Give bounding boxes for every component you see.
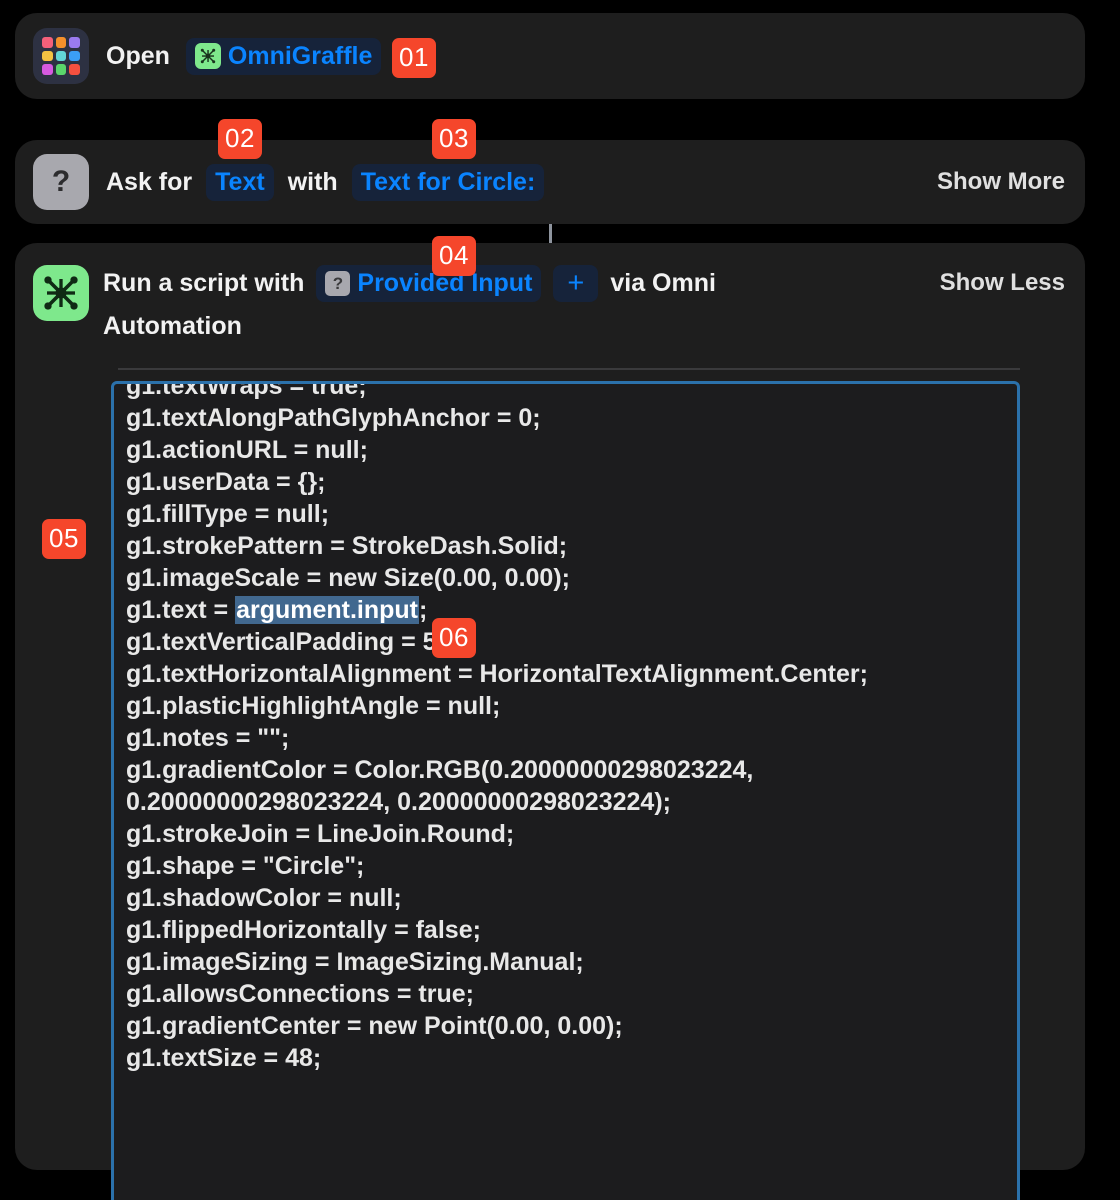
- question-mark-icon: ?: [33, 154, 89, 210]
- add-variable-button[interactable]: +: [553, 265, 599, 302]
- open-app-pill[interactable]: OmniGraffle: [185, 37, 382, 75]
- code-post-selection: ; g1.textVerticalPadding = 5; g1.textHor…: [126, 596, 868, 1072]
- script-label-prefix: Run a script with: [103, 269, 305, 297]
- action-card-open[interactable]: Open OmniGraffle: [15, 13, 1085, 99]
- script-header-text: Run a script with ? Provided Input + via…: [103, 265, 1065, 341]
- code-pre-selection: g1.textWraps = true; g1.textAlongPathGly…: [126, 381, 570, 624]
- script-divider: [118, 368, 1020, 370]
- shortcuts-workflow-screenshot: Open OmniGraffle ? Ask for Text with Tex…: [0, 0, 1120, 1200]
- step-badge-03: 03: [432, 119, 476, 159]
- script-label-suffix: via Omni: [610, 269, 716, 297]
- shortcuts-grid-cell-9: [69, 64, 80, 75]
- action-card-run-script[interactable]: Run a script with ? Provided Input + via…: [15, 243, 1085, 1200]
- script-input-pill[interactable]: ? Provided Input: [316, 265, 542, 302]
- script-header-row: Run a script with ? Provided Input + via…: [15, 243, 1085, 341]
- step-badge-04: 04: [432, 236, 476, 276]
- card-connector-line: [549, 224, 552, 244]
- omnigraffle-icon: [33, 265, 89, 321]
- shortcuts-grid-cell-3: [69, 37, 80, 48]
- omnigraffle-icon: [194, 43, 221, 69]
- ask-label-prefix: Ask for: [106, 167, 193, 196]
- shortcuts-grid-cell-8: [55, 64, 67, 75]
- script-show-less-toggle[interactable]: Show Less: [940, 269, 1065, 297]
- script-code-text: g1.textWraps = true; g1.textAlongPathGly…: [126, 381, 1017, 1074]
- shortcuts-grid-cell-2: [55, 37, 67, 48]
- open-action-label: Open: [106, 41, 170, 70]
- step-badge-01: 01: [392, 38, 436, 78]
- code-selected-token[interactable]: argument.input: [235, 596, 420, 624]
- shortcuts-grid-cell-7: [42, 64, 53, 75]
- shortcuts-grid-cell-5: [55, 50, 67, 62]
- ask-input-type-pill[interactable]: Text: [206, 163, 274, 201]
- step-badge-02: 02: [218, 119, 262, 159]
- question-mark-icon: ?: [325, 271, 351, 296]
- ask-prompt-pill[interactable]: Text for Circle:: [351, 163, 545, 201]
- action-row-ask: ? Ask for Text with Text for Circle: Sho…: [15, 140, 1085, 224]
- shortcuts-grid-icon: [33, 28, 89, 84]
- script-code-editor[interactable]: g1.textWraps = true; g1.textAlongPathGly…: [111, 381, 1020, 1200]
- shortcuts-grid-cell-4: [42, 50, 53, 62]
- action-card-ask-for-input[interactable]: ? Ask for Text with Text for Circle: Sho…: [15, 140, 1085, 224]
- shortcuts-grid-cell-6: [69, 50, 80, 62]
- step-badge-05: 05: [42, 519, 86, 559]
- open-app-name: OmniGraffle: [227, 41, 373, 70]
- ask-show-more-toggle[interactable]: Show More: [937, 168, 1065, 196]
- script-label-suffix-2: Automation: [103, 312, 242, 340]
- shortcuts-grid-cell-1: [42, 37, 53, 48]
- step-badge-06: 06: [432, 618, 476, 658]
- ask-label-middle: with: [287, 167, 338, 196]
- action-row-open: Open OmniGraffle: [15, 13, 1085, 99]
